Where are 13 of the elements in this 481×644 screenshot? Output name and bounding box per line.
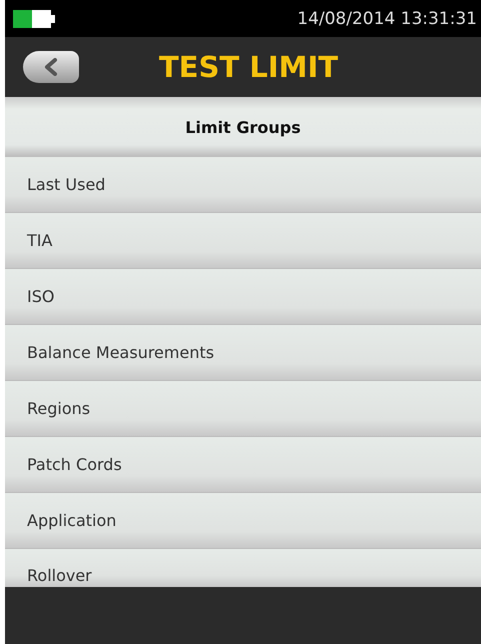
list-item[interactable]: Regions [5,381,481,437]
status-datetime: 14/08/2014 13:31:31 [297,8,477,28]
list-item[interactable]: TIA [5,213,481,269]
list-item[interactable]: Balance Measurements [5,325,481,381]
list-item[interactable]: Rollover [5,549,481,587]
section-title: Limit Groups [185,118,301,136]
list-item[interactable]: Application [5,493,481,549]
list-item[interactable]: ISO [5,269,481,325]
list-item[interactable]: Last Used [5,157,481,213]
chevron-left-icon [43,58,59,76]
back-button[interactable] [23,51,79,83]
screen-title: TEST LIMIT [159,50,338,84]
list-item[interactable]: Patch Cords [5,437,481,493]
